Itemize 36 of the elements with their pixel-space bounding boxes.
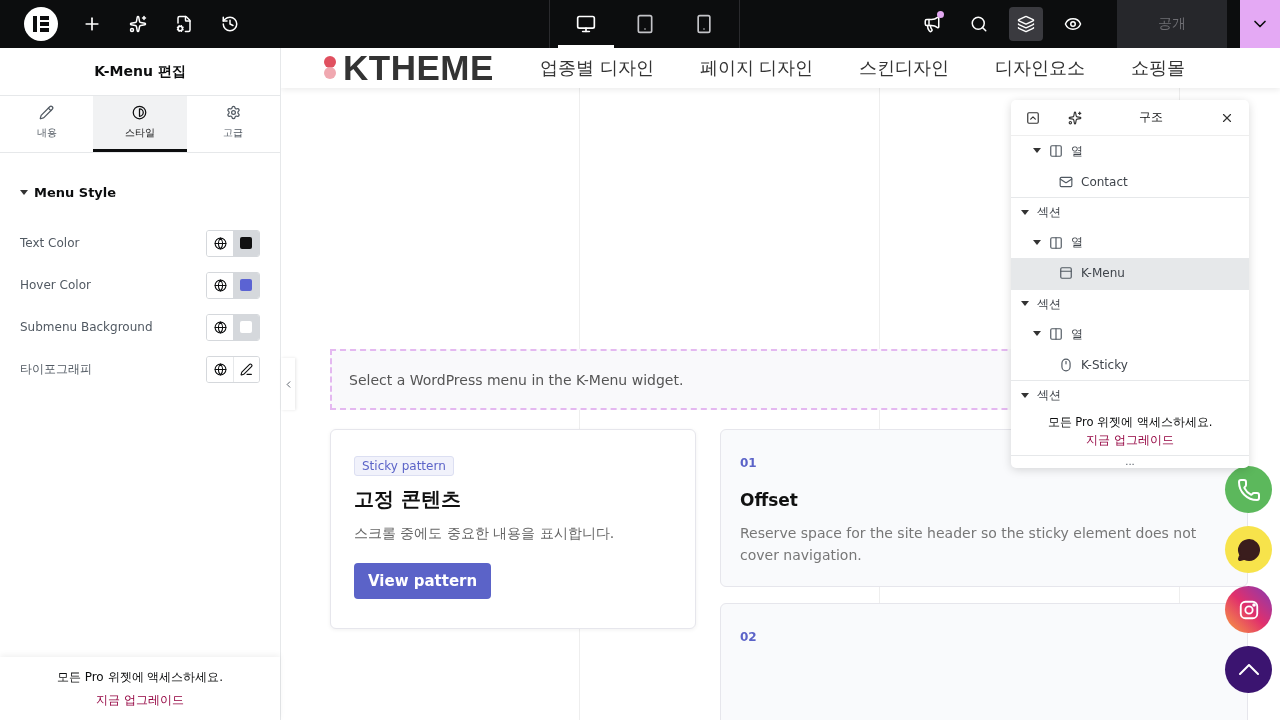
navigator-item[interactable]: 섹션	[1011, 197, 1249, 228]
navigator-item[interactable]: 열	[1011, 319, 1249, 350]
upgrade-notice: 모든 Pro 위젯에 액세스하세요. 지금 업그레이드	[1011, 410, 1249, 456]
control-label: Hover Color	[20, 278, 91, 292]
view-pattern-button[interactable]: View pattern	[354, 563, 492, 599]
nav-link[interactable]: 업종별 디자인	[539, 56, 654, 80]
step-title: Offset	[740, 490, 798, 510]
upgrade-link[interactable]: 지금 업그레이드	[1086, 432, 1174, 447]
navigator-item[interactable]: K-Menu	[1011, 258, 1249, 289]
step-number: 01	[740, 456, 757, 470]
upgrade-text: 모든 Pro 위젯에 액세스하세요.	[56, 668, 224, 686]
navigator-item[interactable]: 열	[1011, 136, 1249, 167]
control-label: 타이포그래피	[20, 360, 92, 378]
step-number: 02	[740, 630, 757, 644]
section-title[interactable]: Menu Style	[34, 185, 117, 200]
control-label: Submenu Background	[20, 320, 153, 334]
more-indicator: ...	[1125, 455, 1135, 468]
notice-text: Select a WordPress menu in the K-Menu widget.	[349, 371, 684, 388]
panel-tab[interactable]: 스타일	[93, 96, 187, 152]
navigator-item[interactable]: Contact	[1011, 166, 1249, 197]
control-label: Text Color	[20, 236, 80, 250]
upgrade-link[interactable]: 지금 업그레이드	[96, 691, 184, 709]
tag: Sticky pattern	[354, 456, 454, 476]
nav-link[interactable]: 쇼핑몰	[1131, 56, 1186, 80]
nav-link[interactable]: 스킨디자인	[859, 56, 950, 80]
card-text: 스크롤 중에도 중요한 내용을 표시합니다.	[354, 525, 615, 543]
navigator-item[interactable]: K-Sticky	[1011, 349, 1249, 380]
navigator-item[interactable]: 섹션	[1011, 288, 1249, 319]
step-text: Reserve space for the site header so the sticky element does not cover navigation.	[740, 524, 1198, 565]
card-title: 고정 콘텐츠	[354, 486, 461, 513]
navigator-item[interactable]: 섹션	[1011, 380, 1249, 411]
site-logo[interactable]: KTHEME	[343, 48, 494, 88]
nav-link[interactable]: 디자인요소	[995, 56, 1086, 80]
panel-title: 구조	[1138, 109, 1164, 126]
navigator-item[interactable]: 열	[1011, 227, 1249, 258]
nav-link[interactable]: 페이지 디자인	[699, 56, 814, 80]
